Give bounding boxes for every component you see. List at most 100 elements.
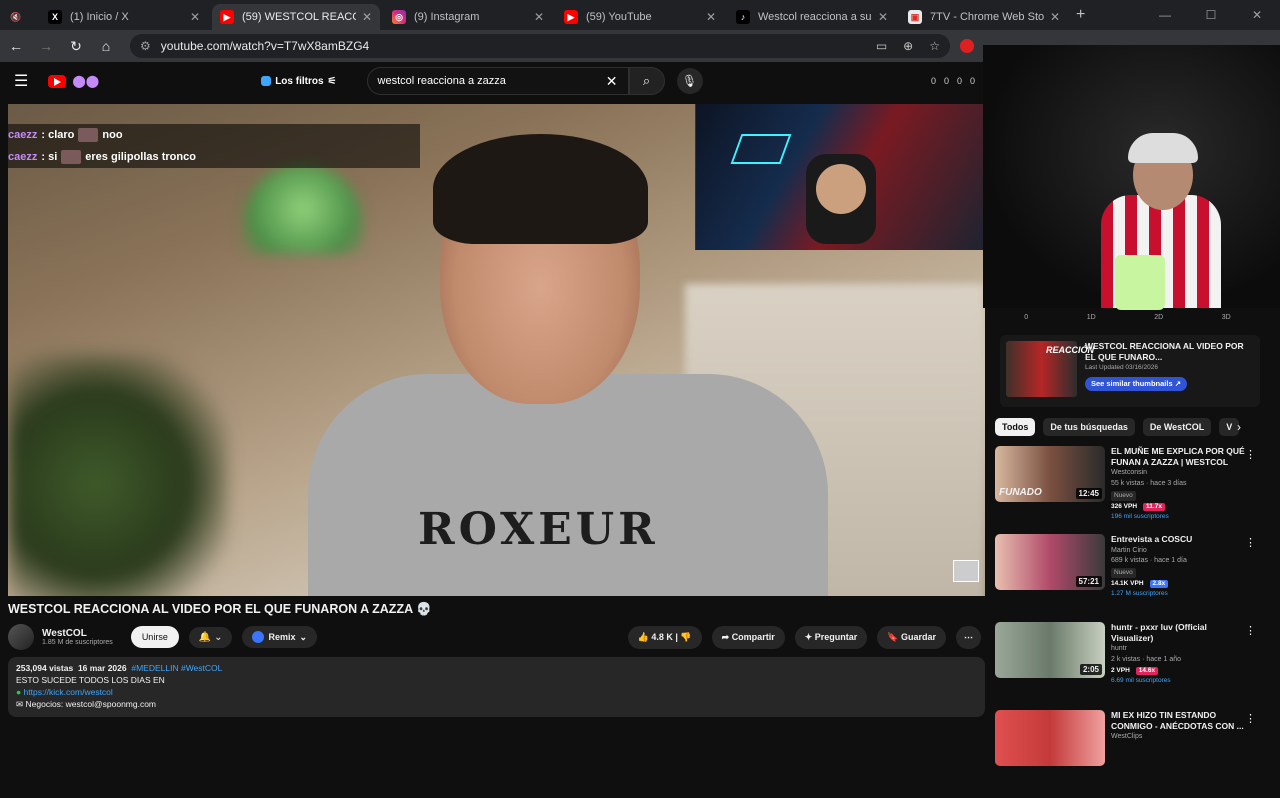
streamer-cap bbox=[1128, 133, 1198, 163]
similar-updated: Last Updated 03/16/2026 bbox=[1084, 364, 1158, 372]
list-item[interactable]: 2:05 huntr - pxxr luv (Official Visualiz… bbox=[995, 622, 1260, 700]
tab-x[interactable]: X (1) Inicio / X ✕ bbox=[40, 4, 208, 30]
minimize-icon[interactable]: — bbox=[1142, 0, 1188, 30]
more-vert-icon[interactable]: ⋮ bbox=[1245, 624, 1256, 637]
video-thumbnail[interactable]: 2:05 bbox=[995, 622, 1105, 678]
record-icon[interactable] bbox=[960, 39, 974, 53]
video-title[interactable]: MI EX HIZO TIN ESTANDO CONMIGO - ANÉCDOT… bbox=[1111, 710, 1251, 731]
ask-button[interactable]: ✦ Preguntar bbox=[794, 625, 868, 649]
remix-button[interactable]: Remix ⌄ bbox=[242, 626, 318, 648]
stat-value: 0 bbox=[943, 76, 949, 86]
muted-icon: 🔇 bbox=[10, 11, 22, 22]
duration-badge: 12:45 bbox=[1075, 488, 1102, 499]
join-button[interactable]: Unirse bbox=[130, 626, 179, 648]
tab-pinned-muted[interactable]: 🔇 bbox=[4, 4, 36, 30]
list-item[interactable]: MI EX HIZO TIN ESTANDO CONMIGO - ANÉCDOT… bbox=[995, 710, 1260, 788]
search-icon: ⌕ bbox=[642, 73, 651, 88]
tab-westcol[interactable]: ▶ (59) WESTCOL REACCIONA ✕ bbox=[212, 4, 380, 30]
graph-tick: 2D bbox=[1154, 314, 1164, 321]
instagram-icon: ◎ bbox=[392, 10, 406, 24]
hashtags[interactable]: #MEDELLIN #WestCOL bbox=[131, 663, 222, 673]
list-item[interactable]: FUNADO 12:45 EL MUÑE ME EXPLICA POR QUÉ … bbox=[995, 446, 1260, 524]
channel-name[interactable]: Westconsin bbox=[1111, 469, 1251, 478]
chip-tus-busquedas[interactable]: De tus búsquedas bbox=[1043, 418, 1135, 436]
notifications-button[interactable]: 🔔 ⌄ bbox=[188, 626, 233, 648]
home-icon[interactable]: ⌂ bbox=[92, 38, 120, 54]
tab-instagram[interactable]: ◎ (9) Instagram ✕ bbox=[384, 4, 552, 30]
new-tab-button[interactable]: + bbox=[1076, 6, 1085, 30]
voice-search-button[interactable]: 🎙 bbox=[676, 68, 703, 94]
channel-name[interactable]: WestClips bbox=[1111, 733, 1251, 742]
video-player[interactable]: ROXEUR caezz : claro noo caezz : si eres… bbox=[8, 104, 985, 596]
description-line: ESTO SUCEDE TODOS LOS DIAS EN bbox=[16, 674, 165, 685]
subscribers-count: 196 mil suscriptores bbox=[1111, 513, 1169, 520]
thumbs-down-icon[interactable]: 👎 bbox=[680, 632, 691, 642]
channel-name[interactable]: WestCOL bbox=[42, 628, 113, 639]
channel-name[interactable]: huntr bbox=[1111, 645, 1251, 654]
more-vert-icon[interactable]: ⋮ bbox=[1245, 536, 1256, 549]
emote-icon bbox=[78, 128, 99, 142]
cast-icon[interactable]: ▭ bbox=[876, 39, 887, 53]
views-graph-axis: 0 1D 2D 3D bbox=[995, 308, 1260, 328]
video-title[interactable]: Entrevista a COSCU bbox=[1111, 534, 1251, 545]
similar-title: WESTCOL REACCIONA AL VIDEO POR EL QUE FU… bbox=[1084, 341, 1244, 362]
zoom-icon[interactable]: ⊕ bbox=[903, 39, 913, 53]
youtube-logo[interactable] bbox=[48, 74, 67, 88]
like-button[interactable]: 👍 4.8 K | 👎 bbox=[627, 625, 702, 649]
external-link-icon: ↗ bbox=[1174, 379, 1182, 389]
close-icon[interactable]: ✕ bbox=[1050, 10, 1060, 24]
browser-tab-strip: 🔇 X (1) Inicio / X ✕ ▶ (59) WESTCOL REAC… bbox=[0, 0, 1280, 30]
more-vert-icon[interactable]: ⋮ bbox=[1245, 448, 1256, 461]
chip-todos[interactable]: Todos bbox=[995, 418, 1036, 436]
search-input[interactable]: westcol reacciona a zazza ✕ bbox=[366, 67, 629, 95]
video-meta: 689 k vistas · hace 1 día bbox=[1111, 557, 1187, 565]
channel-avatar[interactable] bbox=[8, 624, 34, 650]
save-button[interactable]: 🔖 Guardar bbox=[877, 625, 946, 649]
chevron-right-icon[interactable]: › bbox=[1237, 420, 1241, 434]
close-icon[interactable]: ✕ bbox=[362, 10, 372, 24]
close-icon[interactable]: ✕ bbox=[878, 10, 888, 24]
close-icon[interactable]: ✕ bbox=[706, 10, 716, 24]
more-actions-button[interactable]: ⋯ bbox=[956, 625, 981, 649]
stat-value: 0 bbox=[969, 76, 975, 86]
video-description[interactable]: 253,094 vistas 16 mar 2026 #MEDELLIN #We… bbox=[8, 657, 985, 717]
see-similar-button[interactable]: See similar thumbnails ↗ bbox=[1084, 377, 1188, 391]
more-vert-icon[interactable]: ⋮ bbox=[1245, 712, 1256, 725]
tab-tiktok[interactable]: ♪ Westcol reacciona a su m ✕ bbox=[728, 4, 896, 30]
site-info-icon[interactable]: ⚙ bbox=[140, 39, 151, 53]
back-icon[interactable]: ← bbox=[2, 38, 30, 54]
business-email: Negocios: westcol@spoonmg.com bbox=[25, 698, 157, 709]
person-shirt bbox=[308, 374, 828, 596]
close-window-icon[interactable]: ✕ bbox=[1234, 0, 1280, 30]
video-thumbnail[interactable]: FUNADO 12:45 bbox=[995, 446, 1105, 502]
hamburger-menu-icon[interactable]: ☰ bbox=[14, 71, 28, 91]
kick-link[interactable]: https://kick.com/westcol bbox=[24, 687, 113, 697]
share-button[interactable]: ➦ Compartir bbox=[711, 625, 785, 649]
list-item[interactable]: 57:21 Entrevista a COSCU Martin Cirio 68… bbox=[995, 534, 1260, 612]
duration-badge: 57:21 bbox=[1075, 576, 1102, 587]
video-thumbnail[interactable] bbox=[995, 710, 1105, 766]
new-badge: Nuevo bbox=[1111, 568, 1136, 579]
forward-icon[interactable]: → bbox=[32, 38, 60, 54]
tab-youtube[interactable]: ▶ (59) YouTube ✕ bbox=[556, 4, 724, 30]
channel-watermark[interactable] bbox=[953, 560, 979, 582]
view-count: 253,094 vistas bbox=[16, 663, 74, 673]
recommendation-chips: Todos De tus búsquedas De WestCOL V bbox=[995, 417, 1255, 437]
close-icon[interactable]: ✕ bbox=[190, 10, 200, 24]
url-field[interactable]: ⚙ youtube.com/watch?v=T7wX8amBZG4 ▭ ⊕ ☆ bbox=[130, 34, 950, 58]
reload-icon[interactable]: ↻ bbox=[62, 38, 90, 55]
video-title[interactable]: huntr - pxxr luv (Official Visualizer) bbox=[1111, 622, 1251, 643]
search-button[interactable]: ⌕ bbox=[628, 67, 665, 95]
tab-webstore[interactable]: ▣ 7TV - Chrome Web Store ✕ bbox=[900, 4, 1068, 30]
extension-logo-icon: ⬤⬤ bbox=[72, 74, 100, 88]
video-thumbnail[interactable]: 57:21 bbox=[995, 534, 1105, 590]
close-icon[interactable]: ✕ bbox=[534, 10, 544, 24]
channel-name[interactable]: Martin Cirio bbox=[1111, 547, 1251, 556]
green-dot-icon: ● bbox=[16, 686, 22, 697]
chip-de-westcol[interactable]: De WestCOL bbox=[1142, 418, 1212, 436]
bookmark-star-icon[interactable]: ☆ bbox=[929, 39, 940, 53]
maximize-icon[interactable]: ☐ bbox=[1188, 0, 1234, 30]
video-title[interactable]: EL MUÑE ME EXPLICA POR QUÉ FUNAN A ZAZZA… bbox=[1111, 446, 1251, 467]
clear-search-icon[interactable]: ✕ bbox=[606, 73, 618, 90]
filters-button[interactable]: Los filtros ⚟ bbox=[261, 76, 337, 87]
